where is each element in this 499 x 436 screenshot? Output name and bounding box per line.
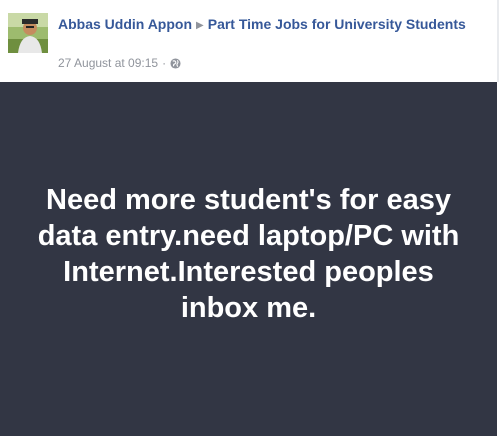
- group-name-link[interactable]: Part Time Jobs for University Students: [208, 16, 466, 32]
- post-header: Abbas Uddin Appon ▶ Part Time Jobs for Uni…: [0, 0, 497, 82]
- post-meta: 27 August at 09:15 ·: [58, 55, 181, 73]
- feed-post: Abbas Uddin Appon ▶ Part Time Jobs for Uni…: [0, 0, 499, 436]
- status-background-card: Need more student's for easy data entry.…: [0, 82, 497, 436]
- avatar-image: [8, 13, 48, 53]
- post-timestamp[interactable]: 27 August at 09:15: [58, 56, 158, 70]
- caret-right-icon: ▶: [196, 20, 204, 31]
- post-body-text: Need more student's for easy data entry.…: [37, 184, 460, 324]
- globe-icon[interactable]: [170, 57, 181, 73]
- author-name-link[interactable]: Abbas Uddin Appon: [58, 16, 192, 32]
- post-title: Abbas Uddin Appon ▶ Part Time Jobs for Uni…: [58, 15, 478, 35]
- meta-separator: ·: [162, 56, 167, 70]
- author-avatar[interactable]: [8, 13, 48, 53]
